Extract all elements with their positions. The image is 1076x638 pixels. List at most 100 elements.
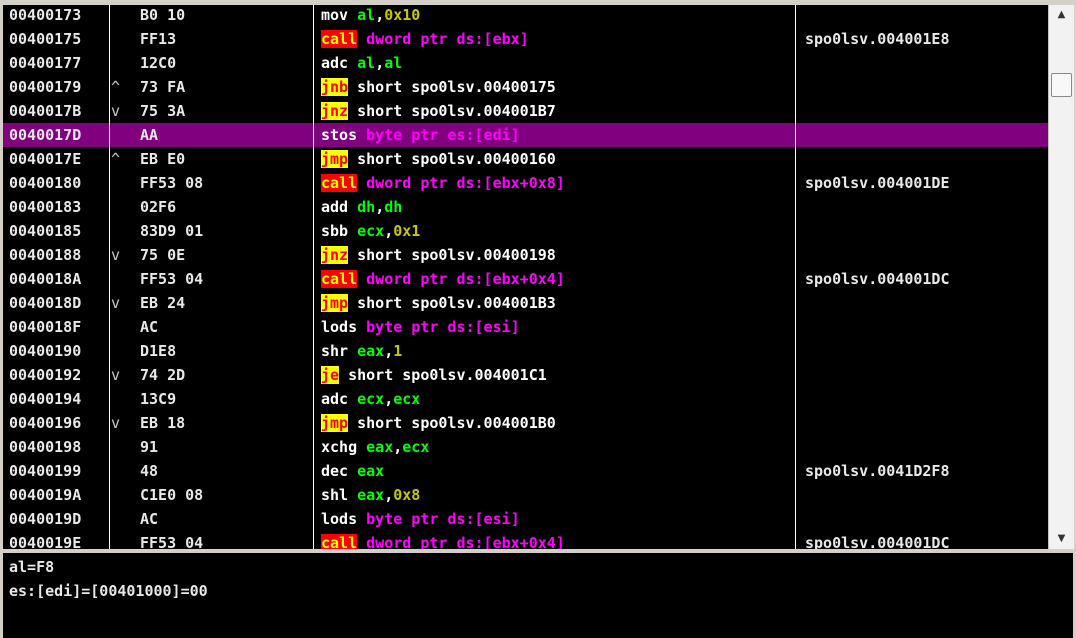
mnemonic-token: call <box>321 174 358 192</box>
disasm-row[interactable]: 00400192 v 74 2D je short spo0lsv.004001C1 <box>3 363 1048 387</box>
disassembly-cell: dec eax <box>321 459 791 483</box>
column-separator[interactable] <box>109 5 110 549</box>
address-cell: 00400180 <box>9 174 82 192</box>
operand-token <box>348 342 357 360</box>
disasm-row[interactable]: 00400198 91 xchg eax,ecx <box>3 435 1048 459</box>
hex-bytes-cell: FF53 04 <box>140 270 204 288</box>
info-pane[interactable]: al=F8 es:[edi]=[00401000]=00 <box>3 553 1073 638</box>
disasm-row[interactable]: 00400179 ^ 73 FA jnb short spo0lsv.00400175 <box>3 75 1048 99</box>
disasm-row[interactable]: 0040017E ^ EB E0 jmp short spo0lsv.00400160 <box>3 147 1048 171</box>
disasm-row[interactable]: 0040018F AC lods byte ptr ds:[esi] <box>3 315 1048 339</box>
disassembly-cell: shr eax,1 <box>321 339 791 363</box>
jump-down-marker-icon: v <box>111 414 121 432</box>
mnemonic-token: call <box>321 30 358 48</box>
comment-cell <box>805 507 1045 531</box>
disasm-row[interactable]: 00400185 83D9 01 sbb ecx,0x1 <box>3 219 1048 243</box>
operand-token: , <box>375 198 385 216</box>
disasm-row[interactable]: 00400190 D1E8 shr eax,1 <box>3 339 1048 363</box>
jump-down-marker-icon: v <box>111 246 121 264</box>
disasm-row[interactable]: 00400188 v 75 0E jnz short spo0lsv.00400198 <box>3 243 1048 267</box>
hex-bytes-cell: C1E0 08 <box>140 486 204 504</box>
disassembly-cell: mov al,0x10 <box>321 5 791 27</box>
operand-token: byte ptr es:[edi] <box>366 126 520 144</box>
scroll-down-arrow-icon[interactable]: ▼ <box>1049 529 1074 549</box>
comment-cell: spo0lsv.004001DC <box>805 270 950 288</box>
scroll-up-arrow-icon[interactable]: ▲ <box>1049 5 1074 25</box>
disasm-row-selected[interactable]: 0040017D AA stos byte ptr es:[edi] <box>3 123 1048 147</box>
operand-token: byte ptr ds:[esi] <box>366 318 520 336</box>
address-cell: 00400196 <box>9 414 82 432</box>
hex-bytes-cell: EB 18 <box>140 414 186 432</box>
disasm-row[interactable]: 0040019A C1E0 08 shl eax,0x8 <box>3 483 1048 507</box>
address-cell: 00400199 <box>9 462 82 480</box>
disasm-row[interactable]: 0040017B v 75 3A jnz short spo0lsv.004001B7 <box>3 99 1048 123</box>
disasm-row[interactable]: 0040019E FF53 04 call dword ptr ds:[ebx+0x… <box>3 531 1048 549</box>
operand-token: ecx <box>393 390 421 408</box>
disasm-row[interactable]: 0040018A FF53 04 call dword ptr ds:[ebx+0x… <box>3 267 1048 291</box>
operand-token <box>357 534 366 549</box>
disasm-row[interactable]: 0040019D AC lods byte ptr ds:[esi] <box>3 507 1048 531</box>
disasm-row[interactable]: 00400183 02F6 add dh,dh <box>3 195 1048 219</box>
jump-marker <box>111 531 123 549</box>
address-cell: 0040018A <box>9 270 82 288</box>
comment-cell: spo0lsv.004001DE <box>805 174 950 192</box>
disassembly-cell: lods byte ptr ds:[esi] <box>321 507 791 531</box>
operand-token: eax <box>357 486 385 504</box>
mnemonic-token: jnb <box>321 78 349 96</box>
disasm-row[interactable]: 00400180 FF53 08 call dword ptr ds:[ebx+0x… <box>3 171 1048 195</box>
address-cell: 0040017D <box>9 126 82 144</box>
comment-cell <box>805 195 1045 219</box>
operand-token: dword ptr ds:[ebx+0x8] <box>366 174 565 192</box>
jump-marker <box>111 219 123 243</box>
hex-bytes-cell: AC <box>140 318 159 336</box>
hex-bytes-cell: EB E0 <box>140 150 186 168</box>
operand-token: short spo0lsv.004001C1 <box>339 366 547 384</box>
operand-token: al <box>357 54 376 72</box>
scrollbar-thumb[interactable] <box>1051 73 1072 97</box>
hex-bytes-cell: EB 24 <box>140 294 186 312</box>
hex-bytes-cell: FF13 <box>140 30 177 48</box>
disasm-row[interactable]: 0040018D v EB 24 jmp short spo0lsv.004001B3 <box>3 291 1048 315</box>
column-separator[interactable] <box>795 5 796 549</box>
mnemonic-token: call <box>321 270 358 288</box>
disasm-row[interactable]: 00400194 13C9 adc ecx,ecx <box>3 387 1048 411</box>
hex-bytes-cell: 48 <box>140 462 159 480</box>
disassembly-cell: jnz short spo0lsv.00400198 <box>321 243 791 267</box>
operand-token: , <box>384 222 394 240</box>
disasm-row[interactable]: 00400173 B0 10 mov al,0x10 <box>3 5 1048 27</box>
operand-token: dword ptr ds:[ebx+0x4] <box>366 270 565 288</box>
operand-token <box>357 318 366 336</box>
operand-token: shl <box>321 486 349 504</box>
hex-bytes-cell: FF53 08 <box>140 174 204 192</box>
disassembly-pane[interactable]: 0040019E FF53 04 call dword ptr ds:[ebx+0x… <box>3 5 1048 549</box>
operand-token: short spo0lsv.00400175 <box>348 78 556 96</box>
disasm-row[interactable]: 00400175 FF13 call dword ptr ds:[ebx] spo0l… <box>3 27 1048 51</box>
address-cell: 0040019D <box>9 510 82 528</box>
hex-bytes-cell: 91 <box>140 438 159 456</box>
mnemonic-token: jnz <box>321 102 349 120</box>
disasm-row[interactable]: 00400196 v EB 18 jmp short spo0lsv.004001B0 <box>3 411 1048 435</box>
hex-bytes-cell: B0 10 <box>140 6 186 24</box>
jump-marker <box>111 387 123 411</box>
operand-token: short spo0lsv.00400198 <box>348 246 556 264</box>
operand-token: 0x10 <box>384 6 421 24</box>
vertical-scrollbar[interactable]: ▲ ▼ <box>1048 5 1074 549</box>
mnemonic-token: jmp <box>321 150 349 168</box>
disassembly-cell: jmp short spo0lsv.004001B0 <box>321 411 791 435</box>
hex-bytes-cell: 02F6 <box>140 198 177 216</box>
operand-token: short spo0lsv.004001B3 <box>348 294 556 312</box>
operand-token <box>348 462 357 480</box>
disassembly-cell: sbb ecx,0x1 <box>321 219 791 243</box>
column-separator[interactable] <box>313 5 314 549</box>
info-line-memory: es:[edi]=[00401000]=00 <box>9 582 208 600</box>
disasm-row[interactable]: 00400177 12C0 adc al,al <box>3 51 1048 75</box>
comment-cell: spo0lsv.0041D2F8 <box>805 462 950 480</box>
operand-token: shr <box>321 342 349 360</box>
disassembly-cell: lods byte ptr ds:[esi] <box>321 315 791 339</box>
comment-cell <box>805 435 1045 459</box>
hex-bytes-cell: AA <box>140 126 159 144</box>
disasm-row[interactable]: 00400199 48 dec eax spo0lsv.0041D2F8 <box>3 459 1048 483</box>
operand-token: , <box>384 390 394 408</box>
info-line-register: al=F8 <box>9 558 55 576</box>
address-cell: 00400183 <box>9 198 82 216</box>
